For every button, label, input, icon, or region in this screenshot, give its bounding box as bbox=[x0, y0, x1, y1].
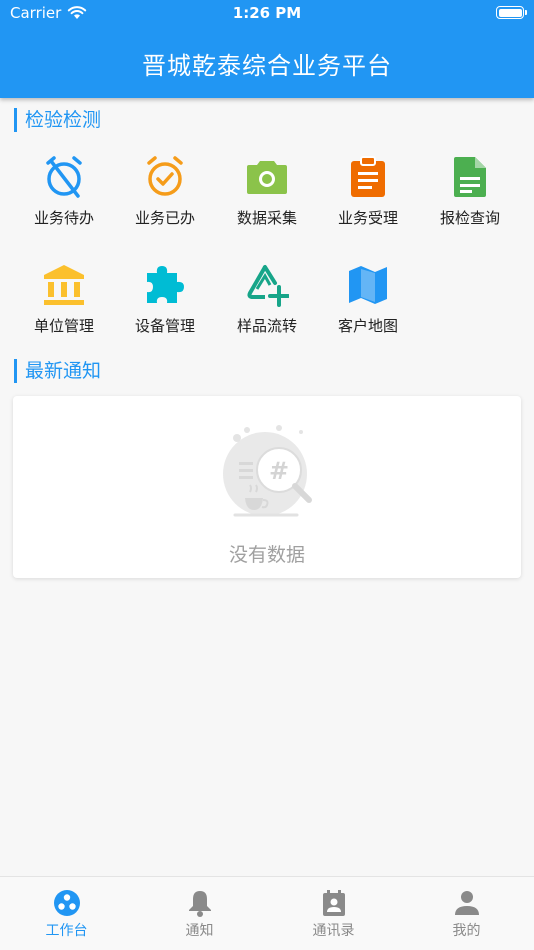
grid-item-label: 设备管理 bbox=[134, 317, 195, 335]
notices-card: # 没有数据 bbox=[13, 396, 521, 578]
nav-item-notices[interactable]: 通知 bbox=[133, 877, 266, 950]
workbench-icon bbox=[53, 890, 80, 916]
grid-item-device-management[interactable]: 设备管理 bbox=[115, 263, 215, 336]
app-header: Carrier 1:26 PM 晋城乾泰综合业务平台 bbox=[0, 0, 534, 98]
grid-item-sample-transfer[interactable]: 样品流转 bbox=[217, 263, 317, 336]
section-title-inspection: 检验检测 bbox=[14, 108, 101, 132]
alarm-off-icon bbox=[46, 156, 82, 198]
recycle-add-icon bbox=[247, 265, 289, 307]
grid-item-label: 样品流转 bbox=[236, 317, 297, 335]
nav-label: 通知 bbox=[185, 923, 214, 939]
map-icon bbox=[349, 266, 387, 304]
grid-item-data-collection[interactable]: 数据采集 bbox=[217, 155, 317, 228]
bottom-nav: 工作台 通知 通讯录 我的 bbox=[0, 876, 534, 950]
clipboard-icon bbox=[351, 156, 385, 197]
battery-icon bbox=[496, 6, 527, 19]
puzzle-icon bbox=[147, 266, 184, 303]
grid-item-customer-map[interactable]: 客户地图 bbox=[318, 263, 418, 336]
grid-item-pending[interactable]: 业务待办 bbox=[14, 155, 114, 228]
nav-label: 工作台 bbox=[45, 923, 88, 939]
grid-item-business-acceptance[interactable]: 业务受理 bbox=[318, 155, 418, 228]
grid-item-label: 业务受理 bbox=[337, 209, 398, 227]
person-icon bbox=[454, 891, 479, 915]
contacts-icon bbox=[322, 890, 345, 916]
grid-item-label: 数据采集 bbox=[236, 209, 297, 227]
grid-item-inspection-query[interactable]: 报检查询 bbox=[420, 155, 520, 228]
bank-icon bbox=[44, 265, 84, 305]
nav-item-profile[interactable]: 我的 bbox=[400, 877, 533, 950]
nav-label: 通讯录 bbox=[312, 923, 355, 939]
status-bar: Carrier 1:26 PM bbox=[0, 0, 534, 28]
grid-item-label: 客户地图 bbox=[337, 317, 398, 335]
grid-item-label: 业务已办 bbox=[134, 209, 195, 227]
alarm-check-icon bbox=[147, 156, 183, 196]
grid-item-label: 业务待办 bbox=[33, 209, 94, 227]
page-title: 晋城乾泰综合业务平台 bbox=[142, 52, 392, 80]
bell-icon bbox=[188, 891, 211, 917]
grid-item-done[interactable]: 业务已办 bbox=[115, 155, 215, 228]
grid-item-unit-management[interactable]: 单位管理 bbox=[14, 263, 114, 336]
nav-item-workbench[interactable]: 工作台 bbox=[0, 877, 133, 950]
grid-item-label: 单位管理 bbox=[33, 317, 94, 335]
nav-label: 我的 bbox=[452, 923, 481, 939]
status-time: 1:26 PM bbox=[232, 4, 302, 22]
svg-text:#: # bbox=[269, 457, 289, 485]
document-icon bbox=[454, 157, 486, 197]
empty-state-text: 没有数据 bbox=[228, 544, 305, 566]
nav-item-contacts[interactable]: 通讯录 bbox=[267, 877, 400, 950]
empty-data-icon: # bbox=[223, 425, 312, 517]
camera-icon bbox=[247, 161, 287, 194]
section-title-notices: 最新通知 bbox=[14, 359, 101, 383]
grid-item-label: 报检查询 bbox=[439, 209, 500, 227]
